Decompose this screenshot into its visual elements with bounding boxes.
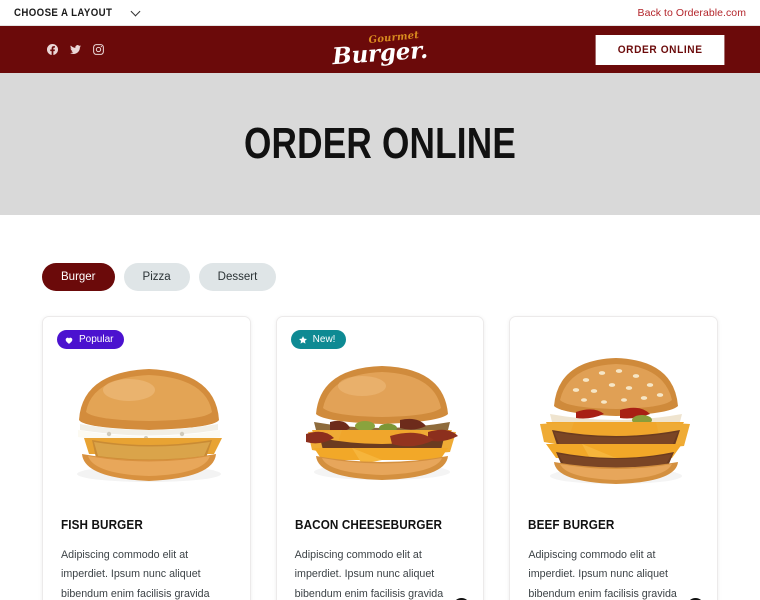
new-badge: New! xyxy=(290,330,347,349)
product-description: Adipiscing commodo elit at imperdiet. Ip… xyxy=(61,549,210,600)
chevron-down-icon xyxy=(132,8,141,17)
product-title: FISH BURGER xyxy=(61,517,143,532)
social-links xyxy=(14,43,105,56)
back-to-orderable-link[interactable]: Back to Orderable.com xyxy=(638,7,746,19)
product-text: FISH BURGER Adipiscing commodo elit at i… xyxy=(43,517,250,600)
site-header: Gourmet Burger. ORDER ONLINE xyxy=(0,26,760,73)
page-title: ORDER ONLINE xyxy=(244,119,516,168)
product-title: BEEF BURGER xyxy=(528,517,615,532)
product-text: BACON CHEESEBURGER Adipiscing commodo el… xyxy=(277,517,484,600)
product-card[interactable]: New! BACON CHEESEBURGER Adipiscing commo… xyxy=(275,316,485,600)
menu-section: Burger Pizza Dessert Popular FISH BURGER… xyxy=(0,215,760,600)
product-grid: Popular FISH BURGER Adipiscing commodo e… xyxy=(42,316,719,600)
bacon-cheeseburger-photo xyxy=(306,366,458,480)
fish-burger-photo xyxy=(76,369,222,482)
page-root: CHOOSE A LAYOUT Back to Orderable.com Go… xyxy=(0,0,760,600)
popular-badge: Popular xyxy=(57,330,125,349)
beef-burger-photo xyxy=(539,357,690,484)
instagram-icon[interactable] xyxy=(92,43,105,56)
star-icon xyxy=(298,335,307,344)
category-filters: Burger Pizza Dessert xyxy=(42,263,718,291)
heart-icon xyxy=(65,337,73,344)
new-badge-label: New! xyxy=(312,334,336,345)
filter-pill-burger[interactable]: Burger xyxy=(42,263,115,291)
product-title: BACON CHEESEBURGER xyxy=(294,517,442,532)
hero-banner: ORDER ONLINE xyxy=(0,73,760,215)
brand-logo[interactable]: Gourmet Burger. xyxy=(331,29,429,70)
admin-topbar: CHOOSE A LAYOUT Back to Orderable.com xyxy=(0,0,760,26)
product-image xyxy=(510,317,718,517)
facebook-icon[interactable] xyxy=(46,43,59,56)
choose-layout-label: CHOOSE A LAYOUT xyxy=(14,6,113,19)
product-text: BEEF BURGER Adipiscing commodo elit at i… xyxy=(510,517,717,600)
popular-badge-label: Popular xyxy=(79,334,114,345)
product-card[interactable]: i BEEF BURGER Adipiscing commodo elit at… xyxy=(509,316,719,600)
product-description: Adipiscing commodo elit at imperdiet. Ip… xyxy=(294,549,444,600)
choose-layout-dropdown[interactable]: CHOOSE A LAYOUT xyxy=(14,7,141,19)
product-card[interactable]: Popular FISH BURGER Adipiscing commodo e… xyxy=(42,316,251,600)
logo-burger-text: Burger. xyxy=(331,36,429,70)
filter-pill-pizza[interactable]: Pizza xyxy=(123,263,190,291)
twitter-icon[interactable] xyxy=(69,43,82,56)
product-description: Adipiscing commodo elit at imperdiet. Ip… xyxy=(528,549,677,600)
order-online-button[interactable]: ORDER ONLINE xyxy=(595,34,725,65)
filter-pill-dessert[interactable]: Dessert xyxy=(198,263,277,291)
